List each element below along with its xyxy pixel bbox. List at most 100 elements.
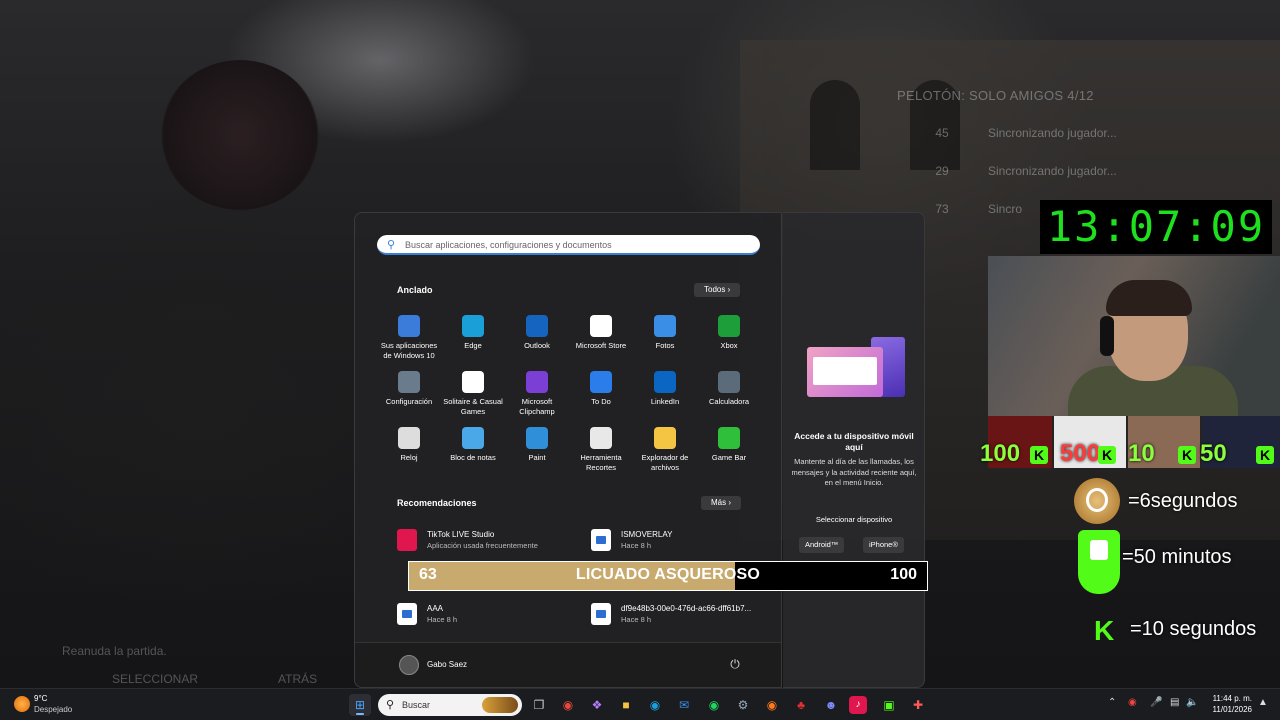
start-search-box[interactable]: ⚲ [377, 235, 760, 255]
pinned-app-label: Calculadora [708, 397, 750, 406]
resume-hint: Reanuda la partida. [62, 644, 167, 658]
player-number: 29 [935, 164, 949, 178]
iphone-button[interactable]: iPhone® [863, 537, 904, 553]
spotify-icon[interactable]: ◉ [703, 694, 725, 716]
security-icon[interactable]: ◉ [1128, 697, 1137, 708]
chrome-icon[interactable]: ◉ [557, 694, 579, 716]
pinned-app[interactable]: Microsoft Clipchamp [505, 371, 569, 423]
start-search-input[interactable] [403, 237, 747, 253]
recommendations-title: Recomendaciones [397, 498, 477, 508]
discord-icon[interactable]: ☻ [820, 694, 842, 716]
taskbar-search-label: Buscar [402, 700, 431, 710]
recommendation-subtitle: Aplicación usada frecuentemente [427, 541, 538, 550]
reward-label: =50 minutos [1122, 546, 1232, 568]
pinned-app[interactable]: Edge [441, 315, 505, 367]
weather-temperature[interactable]: 9°C [34, 694, 47, 703]
kick-badge-icon: K [1030, 446, 1048, 464]
chevron-up-icon[interactable]: ⌃ [1108, 697, 1116, 708]
recommendation-subtitle: Hace 8 h [621, 615, 652, 624]
user-avatar[interactable] [399, 655, 419, 675]
pinned-app[interactable]: Configuración [377, 371, 441, 423]
task-view-icon[interactable]: ❐ [528, 694, 550, 716]
reward-label: =6segundos [1128, 490, 1238, 512]
phone-panel-body: Mantente al día de las llamadas, los men… [791, 457, 917, 487]
back-hint: ATRÁS [278, 672, 318, 686]
xbox-icon [718, 315, 740, 337]
pinned-app-label: Configuración [385, 397, 433, 406]
pinned-app-label: Game Bar [711, 453, 747, 462]
network-icon[interactable]: ▤ [1170, 697, 1179, 708]
pinned-app[interactable]: Reloj [377, 427, 441, 479]
android-button[interactable]: Android™ [799, 537, 845, 553]
tiktok-icon[interactable]: ♪ [849, 696, 867, 714]
firefox-icon[interactable]: ◉ [761, 694, 783, 716]
pinned-app[interactable]: Calculadora [697, 371, 761, 423]
tiktok-studio-icon[interactable]: ✚ [907, 694, 929, 716]
weather-icon[interactable] [14, 696, 30, 712]
file-explorer-icon[interactable]: ■ [615, 694, 637, 716]
notepad-icon [462, 427, 484, 449]
apps-grid-icon [398, 315, 420, 337]
user-name[interactable]: Gabo Saez [427, 660, 467, 669]
pinned-app[interactable]: Xbox [697, 315, 761, 367]
phone-panel-title: Accede a tu dispositivo móvil aquí [794, 431, 914, 452]
copilot-icon[interactable]: ❖ [586, 694, 608, 716]
pinned-app-label: To Do [591, 397, 611, 406]
pinned-app[interactable]: Outlook [505, 315, 569, 367]
player-number: 45 [935, 126, 949, 140]
recommendation-name: TikTok LIVE Studio [427, 530, 495, 539]
taskbar: 9°C Despejado ⊞ ⚲ Buscar ❐ ◉ ❖ ■ ◉ ✉ ◉ ⚙… [0, 688, 1280, 720]
pinned-app-label: Xbox [720, 341, 738, 350]
taskbar-time[interactable]: 11:44 p. m. [1210, 694, 1252, 703]
store-icon [590, 315, 612, 337]
power-icon[interactable]: ⏻ [727, 657, 743, 673]
notification-icon[interactable]: ▲ [1258, 697, 1268, 708]
todo-icon [590, 371, 612, 393]
tiktok-coin-icon [1074, 478, 1120, 524]
pinned-app[interactable]: Microsoft Store [569, 315, 633, 367]
challenge-progress-bar: LICUADO ASQUEROSO 63 100 [408, 561, 928, 591]
pinned-app-label: Edge [464, 341, 482, 350]
start-button[interactable]: ⊞ [349, 694, 371, 716]
pinned-app[interactable]: Explorador de archivos [633, 427, 697, 479]
taskbar-search[interactable]: ⚲ Buscar [378, 694, 522, 716]
player-status: Sincronizando jugador... [988, 126, 1117, 140]
recommendation-item[interactable]: ISMOVERLAY Hace 8 h [591, 527, 771, 555]
edge-icon[interactable]: ◉ [644, 694, 666, 716]
pinned-app[interactable]: Herramienta Recortes [569, 427, 633, 479]
all-apps-button[interactable]: Todos › [694, 283, 741, 297]
pinned-app[interactable]: Game Bar [697, 427, 761, 479]
pinned-app[interactable]: Solitaire & Casual Games [441, 371, 505, 423]
recommendation-name: df9e48b3-00e0-476d-ac66-dff61b7... [621, 604, 752, 613]
lobby-player-row: 45 Sincronizando jugador... [930, 120, 1210, 148]
pinned-app[interactable]: Bloc de notas [441, 427, 505, 479]
recommendation-item[interactable]: df9e48b3-00e0-476d-ac66-dff61b7... Hace … [591, 601, 771, 629]
settings-icon [398, 371, 420, 393]
pinned-app[interactable]: Paint [505, 427, 569, 479]
player-number: 73 [935, 202, 949, 216]
snipping-icon [590, 427, 612, 449]
pinned-title: Anclado [397, 285, 433, 295]
taskbar-date[interactable]: 11/01/2026 [1210, 705, 1252, 714]
recommendation-item[interactable]: TikTok LIVE Studio Aplicación usada frec… [397, 527, 577, 555]
pinned-app[interactable]: Fotos [633, 315, 697, 367]
more-button[interactable]: Más › [701, 496, 742, 510]
kick-icon[interactable]: ▣ [878, 694, 900, 716]
cards-icon [462, 371, 484, 393]
phone-link-illustration [807, 337, 905, 401]
microphone-icon[interactable]: 🎤 [1150, 697, 1162, 708]
pinned-app[interactable]: Sus aplicaciones de Windows 10 [377, 315, 441, 367]
outlook-icon [526, 315, 548, 337]
pinned-app[interactable]: To Do [569, 371, 633, 423]
steam-icon[interactable]: ⚙ [732, 694, 754, 716]
pinned-app[interactable]: LinkedIn [633, 371, 697, 423]
progress-current: 63 [419, 566, 437, 583]
progress-max: 100 [890, 566, 917, 583]
outlook-icon[interactable]: ✉ [673, 694, 695, 716]
weather-description[interactable]: Despejado [34, 705, 72, 714]
recommendation-item[interactable]: AAA Hace 8 h [397, 601, 577, 629]
volume-icon[interactable]: 🔈 [1186, 697, 1198, 708]
game-launcher-icon[interactable]: ♣ [790, 694, 812, 716]
pinned-app-label: Bloc de notas [450, 453, 496, 462]
document-icon [591, 603, 611, 625]
